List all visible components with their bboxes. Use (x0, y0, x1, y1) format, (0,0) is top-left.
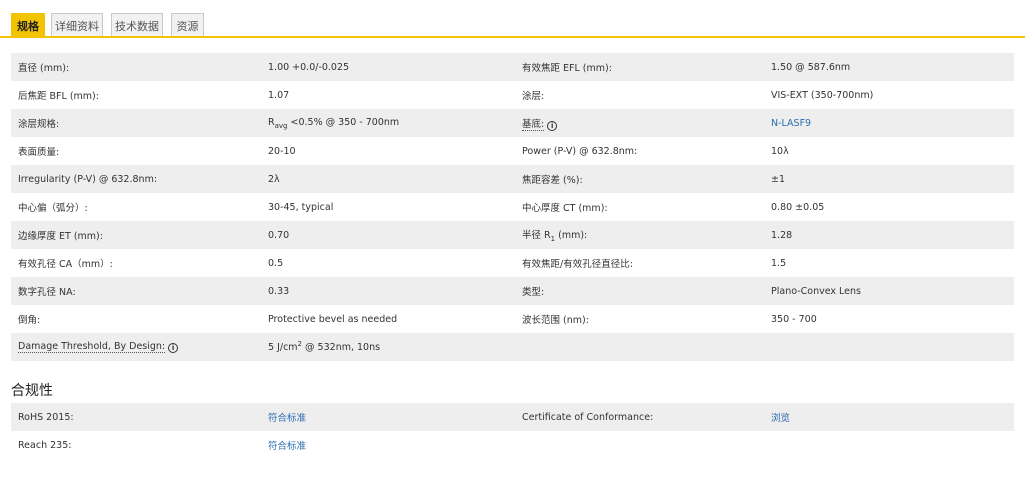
spec-label: 边缘厚度 ET (mm): (18, 231, 103, 242)
spec-row: 表面质量: 20-10 Power (P-V) @ 632.8nm: 10λ (11, 137, 1014, 165)
tab-underline (0, 36, 1025, 38)
spec-row: 有效孔径 CA（mm）: 0.5 有效焦距/有效孔径直径比: 1.5 (11, 249, 1014, 277)
tab-details[interactable]: 详细资料 (51, 13, 103, 37)
spec-label: 有效孔径 CA（mm）: (18, 259, 113, 270)
compliance-label: RoHS 2015: (18, 411, 74, 423)
spec-label: 中心偏（弧分）: (18, 203, 88, 214)
substrate-label[interactable]: 基底: (522, 118, 545, 131)
damage-value-b: @ 532nm, 10ns (302, 342, 381, 354)
tab-specs[interactable]: 规格 (11, 13, 45, 38)
spec-row: Damage Threshold, By Design: i 5 J/cm2 @ … (11, 333, 1014, 361)
spec-row: 倒角: Protective bevel as needed 波长范围 (nm)… (11, 305, 1014, 333)
spec-label: 中心厚度 CT (mm): (522, 203, 608, 214)
spec-value: 5 J/cm2 @ 532nm, 10ns (268, 340, 380, 353)
spec-value: 30-45, typical (268, 201, 334, 213)
spec-row: 直径 (mm): 1.00 +0.0/-0.025 有效焦距 EFL (mm):… (11, 53, 1014, 81)
certificate-view-link[interactable]: 浏览 (771, 410, 790, 424)
ravg-subscript: avg (274, 121, 288, 130)
spec-value: Protective bevel as needed (268, 313, 398, 325)
spec-value: 20-10 (268, 145, 296, 157)
compliance-link[interactable]: 符合标准 (268, 438, 306, 452)
spec-label: 表面质量: (18, 147, 60, 158)
spec-value: 1.07 (268, 89, 290, 101)
spec-label: 涂层规格: (18, 119, 60, 130)
radius-label: 半径 R (522, 230, 551, 242)
spec-label: 焦距容差 (%): (522, 175, 583, 186)
spec-value: ±1 (771, 173, 786, 185)
compliance-link[interactable]: 符合标准 (268, 410, 306, 424)
spec-row: 边缘厚度 ET (mm): 0.70 半径 R1 (mm): 1.28 (11, 221, 1014, 249)
tab-bar: 规格 详细资料 技术数据 资源 (0, 0, 1025, 38)
spec-row: 数字孔径 NA: 0.33 类型: Plano-Convex Lens (11, 277, 1014, 305)
spec-value: 0.80 ±0.05 (771, 201, 825, 213)
compliance-row: Reach 235: 符合标准 (11, 431, 1014, 459)
spec-label: 基底: i (522, 116, 558, 131)
spec-value: 0.70 (268, 229, 290, 241)
spec-value: Ravg <0.5% @ 350 - 700nm (268, 117, 399, 130)
spec-label: 倒角: (18, 315, 41, 326)
spec-table: 直径 (mm): 1.00 +0.0/-0.025 有效焦距 EFL (mm):… (11, 53, 1014, 361)
compliance-table: RoHS 2015: 符合标准 Certificate of Conforman… (11, 403, 1014, 459)
compliance-row: RoHS 2015: 符合标准 Certificate of Conforman… (11, 403, 1014, 431)
spec-value: 1.00 +0.0/-0.025 (268, 61, 350, 73)
spec-label: 波长范围 (nm): (522, 315, 589, 326)
spec-value: 1.5 (771, 257, 787, 269)
tab-resources[interactable]: 资源 (171, 13, 204, 37)
spec-value: 1.50 @ 587.6nm (771, 61, 851, 73)
damage-value-a: 5 J/cm (268, 342, 298, 354)
spec-value: 10λ (771, 145, 789, 157)
spec-value: 1.28 (771, 229, 793, 241)
compliance-label: Reach 235: (18, 439, 72, 451)
spec-label: Irregularity (P-V) @ 632.8nm: (18, 173, 158, 185)
damage-threshold-label[interactable]: Damage Threshold, By Design: (18, 341, 166, 353)
spec-label: 涂层: (522, 91, 545, 102)
tab-tech-data[interactable]: 技术数据 (111, 13, 163, 37)
spec-label: Power (P-V) @ 632.8nm: (522, 145, 638, 157)
spec-label: 类型: (522, 287, 545, 298)
spec-value: 2λ (268, 173, 280, 185)
spec-label: 数字孔径 NA: (18, 287, 76, 298)
substrate-link[interactable]: N-LASF9 (771, 118, 811, 129)
spec-row: 涂层规格: Ravg <0.5% @ 350 - 700nm 基底: i N-LA… (11, 109, 1014, 137)
info-icon[interactable]: i (168, 343, 179, 353)
ravg-symbol: R (268, 116, 275, 128)
spec-row: Irregularity (P-V) @ 632.8nm: 2λ 焦距容差 (%… (11, 165, 1014, 193)
spec-value: 0.33 (268, 285, 290, 297)
spec-value: Plano-Convex Lens (771, 285, 861, 297)
spec-label: 后焦距 BFL (mm): (18, 91, 99, 102)
spec-label: Damage Threshold, By Design: i (18, 341, 179, 353)
spec-label: 直径 (mm): (18, 63, 70, 74)
spec-value: VIS-EXT (350-700nm) (771, 89, 874, 101)
compliance-label: Certificate of Conformance: (522, 411, 654, 423)
radius-unit: (mm): (555, 230, 588, 242)
spec-row: 中心偏（弧分）: 30-45, typical 中心厚度 CT (mm): 0.… (11, 193, 1014, 221)
info-icon[interactable]: i (547, 120, 558, 131)
compliance-title: 合规性 (11, 383, 53, 399)
ravg-rest: <0.5% @ 350 - 700nm (287, 116, 400, 128)
spec-value: 0.5 (268, 257, 284, 269)
spec-label: 半径 R1 (mm): (522, 227, 587, 243)
spec-value: 350 - 700 (771, 313, 817, 325)
spec-label: 有效焦距/有效孔径直径比: (522, 259, 633, 270)
spec-row: 后焦距 BFL (mm): 1.07 涂层: VIS-EXT (350-700n… (11, 81, 1014, 109)
spec-label: 有效焦距 EFL (mm): (522, 63, 612, 74)
